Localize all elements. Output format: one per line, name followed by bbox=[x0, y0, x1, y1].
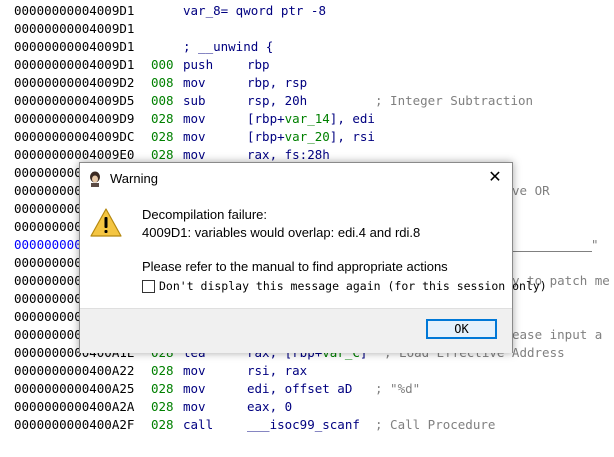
row-address: 0000000000 bbox=[14, 273, 90, 288]
row-operands: ___isoc99_scanf bbox=[247, 417, 360, 432]
row-mnemonic: sub bbox=[183, 93, 206, 108]
listing-row[interactable]: 00000000004009D1 ; __unwind { bbox=[0, 38, 614, 56]
row-mnemonic: mov bbox=[183, 75, 206, 90]
row-comment: ; Call Procedure bbox=[375, 417, 496, 432]
row-stack-depth: 028 bbox=[151, 129, 174, 144]
row-address: 00000000004009D1 bbox=[14, 57, 135, 72]
row-operands: edi, offset aD bbox=[247, 381, 353, 396]
row-address: 0000000000400A22 bbox=[14, 363, 135, 378]
row-stack-depth: 008 bbox=[151, 93, 174, 108]
row-stack-depth: 028 bbox=[151, 381, 174, 396]
listing-row[interactable]: 0000000000400A25 028 mov edi, offset aD ; "%… bbox=[0, 380, 614, 398]
operand-variable[interactable]: var_20 bbox=[285, 129, 330, 144]
listing-row[interactable]: 00000000004009D9 028 mov [rbp+var_14], edi bbox=[0, 110, 614, 128]
row-mnemonic: call bbox=[183, 417, 214, 432]
listing-underline bbox=[512, 251, 592, 252]
operand-variable[interactable]: var_14 bbox=[285, 111, 330, 126]
row-address: 0000000000 bbox=[14, 291, 90, 306]
listing-row[interactable]: 00000000004009D5 008 sub rsp, 20h ; Integer … bbox=[0, 92, 614, 110]
operand-prefix: [rbp+ bbox=[247, 111, 285, 126]
row-address: 0000000000400A2F bbox=[14, 417, 135, 432]
row-stack-depth: 028 bbox=[151, 111, 174, 126]
row-address: 0000000000 bbox=[14, 201, 90, 216]
row-operands: rbp bbox=[247, 57, 270, 72]
row-address: 00000000004009D2 bbox=[14, 75, 135, 90]
row-operands: rsp, 20h bbox=[247, 93, 308, 108]
listing-row[interactable]: 0000000000400A2F 028 call ___isoc99_scanf ; … bbox=[0, 416, 614, 434]
row-mnemonic: mov bbox=[183, 111, 206, 126]
row-address: 0000000000400A2A bbox=[14, 399, 135, 414]
row-operands: [rbp+var_20], rsi bbox=[247, 128, 375, 146]
dialog-titlebar[interactable]: Warning ✕ bbox=[80, 163, 512, 195]
row-address: 0000000000 bbox=[14, 183, 90, 198]
row-address: 00000000004009DC bbox=[14, 129, 135, 144]
operand-suffix: ], rsi bbox=[329, 129, 375, 144]
error-heading: Decompilation failure: bbox=[142, 207, 268, 222]
row-stack-depth: 028 bbox=[151, 417, 174, 432]
row-mnemonic: mov bbox=[183, 381, 206, 396]
row-address: 00000000004009D1 bbox=[14, 39, 135, 54]
row-address: 0000000000 bbox=[14, 237, 90, 252]
listing-fragment: ve OR bbox=[512, 183, 550, 198]
listing-row[interactable]: 00000000004009D1 var_8= qword ptr -8 bbox=[0, 2, 614, 20]
listing-fragment: " bbox=[591, 237, 599, 252]
operand-suffix: ], edi bbox=[329, 111, 375, 126]
row-comment: ; Integer Subtraction bbox=[375, 93, 534, 108]
listing-row[interactable]: 00000000004009D1 000 push rbp bbox=[0, 56, 614, 74]
row-operands: [rbp+var_14], edi bbox=[247, 110, 375, 128]
listing-row[interactable]: 00000000004009D1 bbox=[0, 20, 614, 38]
row-mnemonic: push bbox=[183, 57, 214, 72]
row-operands: rsi, rax bbox=[247, 363, 308, 378]
listing-row[interactable]: 00000000004009D2 008 mov rbp, rsp bbox=[0, 74, 614, 92]
operand-prefix: [rbp+ bbox=[247, 129, 285, 144]
row-stack-depth: 028 bbox=[151, 399, 174, 414]
row-operands: rbp, rsp bbox=[247, 75, 308, 90]
app-logo-icon bbox=[87, 171, 103, 187]
row-mnemonic: mov bbox=[183, 399, 206, 414]
row-comment: ; "%d" bbox=[375, 381, 421, 396]
dialog-title: Warning bbox=[110, 171, 158, 186]
row-address: 0000000000 bbox=[14, 255, 90, 270]
dont-show-checkbox-label[interactable]: Don't display this message again (for th… bbox=[159, 279, 547, 293]
dialog-footer: OK bbox=[80, 308, 512, 353]
help-text: Please refer to the manual to find appro… bbox=[142, 259, 448, 274]
dont-show-checkbox[interactable] bbox=[142, 280, 155, 293]
listing-row[interactable]: 00000000004009DC 028 mov [rbp+var_20], rsi bbox=[0, 128, 614, 146]
close-icon[interactable]: ✕ bbox=[484, 167, 506, 189]
row-stack-depth: 028 bbox=[151, 363, 174, 378]
row-stack-depth: 008 bbox=[151, 75, 174, 90]
row-address: 00000000004009D9 bbox=[14, 111, 135, 126]
row-address: 0000000000400A25 bbox=[14, 381, 135, 396]
warning-icon bbox=[90, 208, 122, 237]
row-address: 0000000000 bbox=[14, 165, 90, 180]
error-detail: 4009D1: variables would overlap: edi.4 a… bbox=[142, 225, 421, 240]
listing-row[interactable]: 0000000000400A2A 028 mov eax, 0 bbox=[0, 398, 614, 416]
row-mnemonic: mov bbox=[183, 363, 206, 378]
row-operands: eax, 0 bbox=[247, 399, 293, 414]
row-address: 00000000004009D5 bbox=[14, 93, 135, 108]
row-mnemonic: mov bbox=[183, 129, 206, 144]
ok-button[interactable]: OK bbox=[426, 319, 497, 339]
row-stack-depth: 000 bbox=[151, 57, 174, 72]
listing-row[interactable]: 0000000000400A22 028 mov rsi, rax bbox=[0, 362, 614, 380]
row-mnemonic: var_8= qword ptr -8 bbox=[183, 3, 326, 18]
row-address: 0000000000 bbox=[14, 219, 90, 234]
row-address: 00000000004009D1 bbox=[14, 21, 135, 36]
row-address: 0000000000 bbox=[14, 309, 90, 324]
warning-dialog[interactable]: Warning ✕ Decompilation failure: 4009D1:… bbox=[79, 162, 547, 353]
row-address: 00000000004009D1 bbox=[14, 3, 135, 18]
row-mnemonic: ; __unwind { bbox=[183, 39, 274, 54]
listing-fragment: ease input a bbox=[512, 327, 603, 342]
